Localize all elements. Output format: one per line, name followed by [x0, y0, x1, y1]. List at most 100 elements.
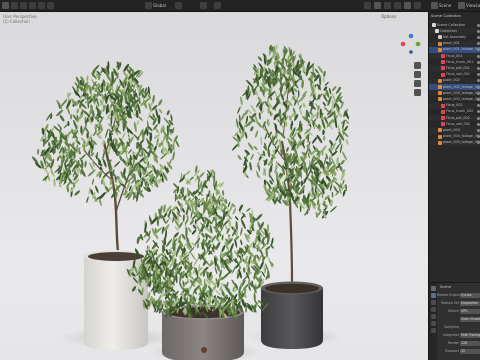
outliner-row-label: Ficus_soil_002 [446, 121, 471, 126]
proportional-edit-icon[interactable] [214, 2, 221, 9]
property-label: Integrator [443, 333, 459, 337]
properties-editor: Scene Render Engine Cycles Feature Set Suppo… [429, 282, 480, 360]
property-field[interactable]: Path Tracing [460, 333, 480, 338]
view-options-icon[interactable] [364, 2, 371, 9]
property-label: Feature Set [440, 301, 459, 305]
overlay-icon[interactable] [374, 2, 381, 9]
object-tab-icon[interactable] [430, 328, 436, 333]
properties-header: Scene [440, 285, 451, 289]
property-field[interactable]: Supported [460, 301, 480, 306]
mesh-icon [441, 122, 445, 127]
view-menu-icon[interactable] [29, 2, 36, 9]
editor-type-icon[interactable] [2, 2, 9, 9]
viewport-options-label[interactable]: Options [381, 14, 396, 19]
white-concrete-pot [84, 250, 148, 350]
object-icon [438, 91, 442, 96]
outliner-row-label: plant_002 [443, 78, 460, 83]
property-field[interactable]: Open Shading Language [460, 317, 480, 322]
mesh-icon [441, 66, 445, 71]
dark-concrete-pot [261, 281, 323, 349]
xray-icon[interactable] [394, 2, 401, 9]
outliner-row-label: plant_005_foliage_001 [443, 140, 480, 145]
outliner-row-label: Ficus_pot_002 [446, 115, 470, 120]
world-tab-icon[interactable] [430, 321, 436, 326]
property-label: Device [448, 309, 459, 313]
add-menu-icon[interactable] [47, 2, 54, 9]
outliner-row-label: plant_001 [443, 41, 460, 46]
property-field[interactable]: GPU [460, 309, 480, 314]
outliner-row-label: plant_004_foliage_001 [443, 134, 480, 139]
shading-rendered-icon[interactable] [414, 2, 421, 9]
scene-label: Scene [439, 3, 452, 8]
view-layer-tab-icon[interactable] [430, 307, 436, 312]
object-icon [438, 78, 442, 83]
property-field[interactable]: 128 [460, 341, 480, 346]
pot-emblem [201, 347, 207, 353]
outliner-row-label: plant_003 [443, 127, 460, 132]
bush-canopy [134, 165, 274, 311]
mesh-icon [441, 109, 445, 114]
object-icon [438, 85, 442, 89]
viewport-info-line-2: (1) Collection [3, 19, 30, 24]
top-header-bar: Global Scene ViewLayer [0, 0, 480, 12]
property-field[interactable]: Cycles [460, 293, 480, 298]
properties-tabs [429, 283, 437, 360]
object-icon [438, 47, 442, 52]
blender-window: Global Scene ViewLayer [0, 0, 480, 360]
gizmo-icon[interactable] [384, 2, 391, 9]
outliner-row-label: plant_002_foliage_001 [443, 84, 480, 89]
transform-orientation-icon[interactable] [145, 2, 152, 9]
right-tree-canopy [231, 44, 350, 219]
outliner-row-label: plant_003_foliage_002 [443, 96, 480, 101]
scene-tab-icon[interactable] [430, 314, 436, 319]
outliner-row-label: Ficus_001 [446, 53, 463, 58]
outliner-row-label: Ficus_trunk_001 [446, 59, 474, 64]
view-layer-label: ViewLayer [466, 3, 480, 8]
outliner-row-label: plant_003_foliage_001 [443, 90, 480, 95]
object-icon [438, 41, 442, 46]
left-tree-canopy [31, 61, 180, 207]
property-label: Render [447, 341, 459, 345]
select-menu-icon[interactable] [38, 2, 45, 9]
outliner-row-label: Collection [440, 28, 457, 33]
outliner-row-label: Ficus_trunk_002 [446, 109, 474, 114]
shading-solid-icon[interactable] [404, 2, 411, 9]
outliner-row-label: Ficus_002 [446, 103, 463, 108]
object-icon [438, 128, 442, 133]
viewport-nav-buttons[interactable] [414, 62, 421, 96]
mesh-icon [441, 116, 445, 120]
property-field[interactable]: 32 [460, 349, 480, 354]
outliner-title: Scene Collection [431, 14, 461, 18]
empty-icon [438, 35, 442, 40]
mesh-icon [441, 60, 445, 65]
pivot-icon[interactable] [175, 2, 182, 9]
tool-tab-icon[interactable] [430, 286, 436, 291]
collection-icon [435, 29, 439, 34]
snap-icon[interactable] [200, 2, 207, 9]
output-tab-icon[interactable] [430, 300, 436, 305]
outliner-row-label: Ficus_soil_001 [446, 72, 471, 77]
right-editor-panel: Scene Collection Scene Collection Collecti… [428, 12, 480, 360]
mesh-icon [441, 103, 445, 108]
property-label: Render Engine [437, 293, 461, 297]
scene-icon[interactable] [431, 2, 438, 9]
property-label: Sampling [444, 325, 459, 329]
render-scene [31, 33, 421, 360]
object-icon [438, 140, 442, 145]
outliner-row-label: Set Assembly [443, 34, 466, 39]
property-label: Viewport [444, 349, 459, 353]
select-box-icon[interactable] [20, 2, 27, 9]
object-mode-icon[interactable] [11, 2, 18, 9]
outliner-row-label: Ficus_pot_001 [446, 65, 470, 70]
object-icon [438, 134, 442, 139]
3d-viewport[interactable]: User Perspective (1) Collection Options [0, 12, 428, 360]
transform-orientation-label: Global [153, 3, 166, 8]
navigation-gizmo[interactable] [400, 33, 421, 54]
outliner-row-label: plant_001_foliage_001 [443, 47, 480, 52]
view-layer-icon[interactable] [458, 2, 465, 9]
outliner[interactable]: Scene Collection Scene Collection Collecti… [429, 12, 480, 280]
collection-icon [432, 23, 436, 27]
outliner-row[interactable]: plant_005_foliage_001 [429, 139, 480, 146]
mesh-icon [441, 54, 445, 58]
render-tab-icon[interactable] [430, 293, 436, 298]
